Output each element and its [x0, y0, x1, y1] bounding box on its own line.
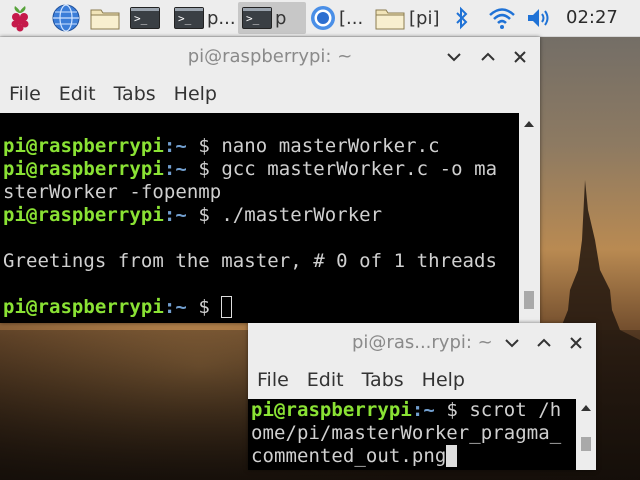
volume-icon: [528, 9, 549, 27]
taskbar: >_ >_ p... >_ p [... [pi] 02:27: [0, 0, 640, 37]
file-manager-launcher[interactable]: [89, 2, 121, 34]
terminal-line: sterWorker -fopenmp: [3, 181, 222, 203]
terminal-line: Greetings from the master, # 0 of 1 thre…: [3, 250, 498, 272]
menu-help[interactable]: Help: [165, 83, 226, 105]
chevron-down-icon: [505, 339, 519, 348]
terminal-launcher[interactable]: >_: [129, 2, 161, 34]
close-button[interactable]: [508, 45, 532, 69]
menu-bar: File Edit Tabs Help: [0, 77, 540, 111]
maximize-button[interactable]: [532, 331, 556, 355]
bluetooth-icon: [456, 6, 468, 30]
terminal-line: ome/pi/masterWorker_pragma_: [251, 422, 562, 444]
raspberry-menu-button[interactable]: [4, 2, 36, 34]
taskbar-app-label: [...: [339, 7, 364, 29]
web-browser-launcher[interactable]: [50, 2, 82, 34]
menu-help[interactable]: Help: [413, 369, 474, 391]
scroll-up-arrow-icon[interactable]: [524, 121, 534, 127]
scrollbar-thumb[interactable]: [581, 437, 591, 451]
chevron-down-icon: [447, 53, 461, 62]
folder-icon: [375, 9, 405, 30]
taskbar-app-label: p: [275, 7, 287, 29]
terminal-icon: >_: [130, 7, 160, 29]
taskbar-app-label: p...: [207, 7, 236, 29]
minimize-button[interactable]: [442, 45, 466, 69]
chevron-up-icon: [537, 338, 551, 347]
bluetooth-button[interactable]: [448, 0, 476, 36]
title-bar[interactable]: pi@raspberrypi: ~: [0, 37, 540, 77]
terminal-icon: >_: [174, 7, 204, 29]
taskbar-app-label: [pi]: [409, 7, 440, 29]
minimize-button[interactable]: [500, 331, 524, 355]
terminal-line: pi@raspberrypi:~ $ gcc masterWorker.c -o…: [3, 158, 498, 180]
scroll-up-arrow-icon[interactable]: [581, 405, 591, 411]
menu-edit[interactable]: Edit: [50, 83, 105, 105]
window-title: pi@ras...rypi: ~: [352, 332, 493, 353]
title-bar[interactable]: pi@ras...rypi: ~: [248, 323, 596, 363]
terminal-line: pi@raspberrypi:~ $ scrot /h: [251, 399, 562, 421]
terminal-output[interactable]: pi@raspberrypi:~ $ scrot /h ome/pi/maste…: [248, 399, 576, 470]
clock[interactable]: 02:27: [566, 0, 618, 36]
menu-tabs[interactable]: Tabs: [105, 83, 165, 105]
maximize-button[interactable]: [476, 45, 500, 69]
taskbar-app-chromium[interactable]: [...: [306, 2, 370, 34]
terminal-icon: >_: [242, 7, 272, 29]
chevron-up-icon: [481, 52, 495, 61]
close-icon: [570, 337, 582, 349]
terminal-line: pi@raspberrypi:~ $ ./masterWorker: [3, 204, 383, 226]
terminal-window-secondary: pi@ras...rypi: ~ File Edit Tabs Help pi@…: [248, 323, 596, 470]
terminal-output[interactable]: pi@raspberrypi:~ $ nano masterWorker.c p…: [0, 113, 519, 323]
scrollbar-thumb[interactable]: [524, 291, 534, 309]
menu-edit[interactable]: Edit: [298, 369, 353, 391]
close-icon: [514, 51, 526, 63]
menu-file[interactable]: File: [0, 83, 50, 105]
terminal-window-main: pi@raspberrypi: ~ File Edit Tabs Help pi…: [0, 37, 540, 323]
taskbar-app-terminal-1[interactable]: >_ p...: [170, 2, 240, 34]
scrollbar[interactable]: [576, 399, 596, 470]
menu-tabs[interactable]: Tabs: [353, 369, 413, 391]
wifi-button[interactable]: [486, 0, 518, 36]
menu-file[interactable]: File: [248, 369, 298, 391]
scrollbar[interactable]: [519, 113, 540, 323]
taskbar-app-terminal-2[interactable]: >_ p: [238, 2, 306, 34]
terminal-line: pi@raspberrypi:~ $ nano masterWorker.c: [3, 135, 440, 157]
chromium-icon: [311, 6, 335, 30]
text-cursor: [446, 445, 458, 467]
file-manager-icon: [90, 9, 120, 30]
volume-button[interactable]: [524, 0, 554, 36]
web-browser-icon: [52, 4, 80, 32]
wifi-icon: [489, 8, 515, 29]
taskbar-app-file-manager[interactable]: [pi]: [370, 2, 444, 34]
terminal-prompt-line: pi@raspberrypi:~ $: [3, 296, 233, 318]
text-cursor: [221, 296, 233, 318]
close-button[interactable]: [564, 331, 588, 355]
menu-bar: File Edit Tabs Help: [248, 363, 596, 397]
terminal-line: commented_out.png: [251, 445, 458, 467]
raspberry-menu-icon: [11, 6, 29, 32]
